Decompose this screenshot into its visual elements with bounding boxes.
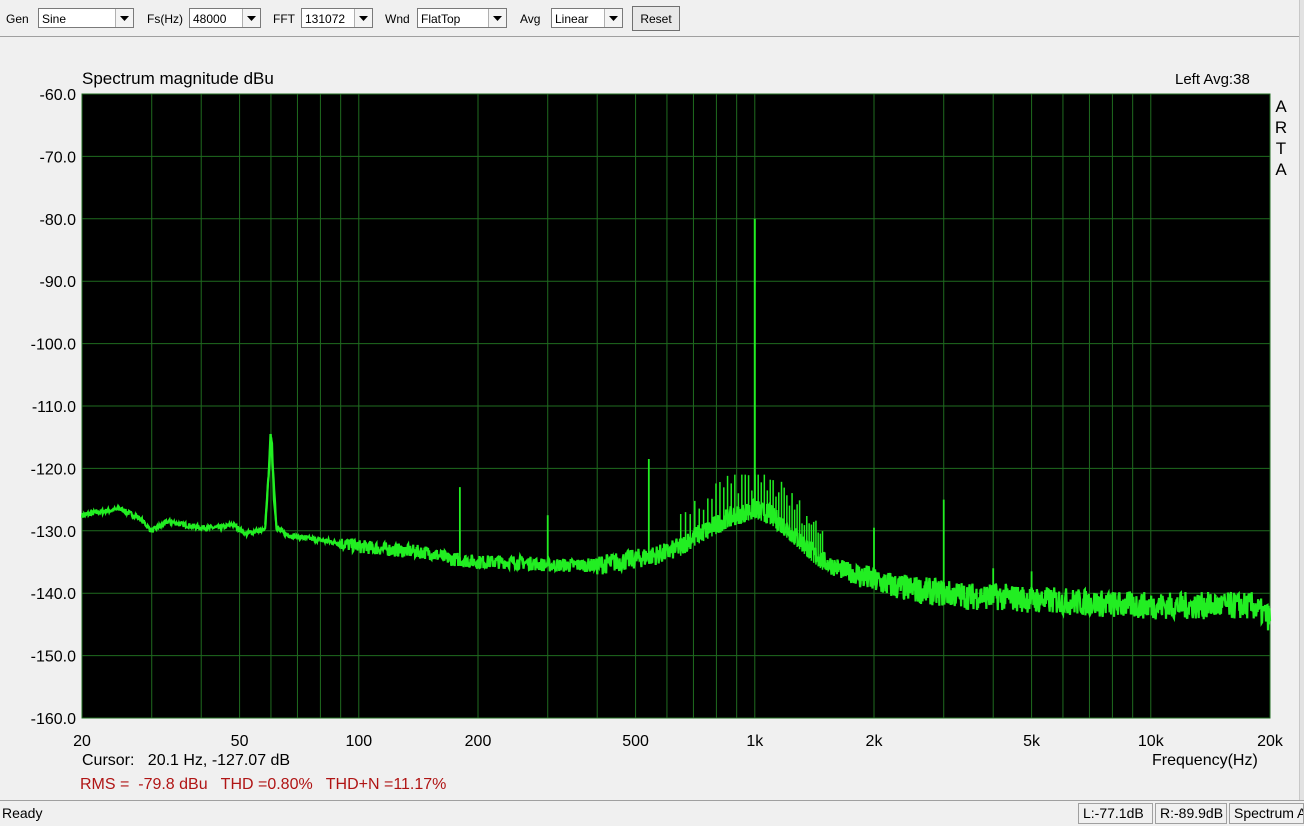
x-tick-label: 10k [1138, 733, 1165, 750]
y-tick-label: -70.0 [40, 149, 77, 166]
mode-cell: Spectrum A [1229, 803, 1304, 824]
x-tick-label: 2k [866, 733, 884, 750]
y-tick-label: -90.0 [40, 274, 77, 291]
x-tick-label: 200 [465, 733, 492, 750]
x-tick-label: 100 [345, 733, 372, 750]
y-tick-label: -100.0 [31, 337, 76, 354]
status-bar: Ready L:-77.1dB R:-89.9dB Spectrum A [0, 800, 1304, 826]
y-tick-label: -120.0 [31, 461, 76, 478]
measurement-stats: RMS = -79.8 dBu THD =0.80% THD+N =11.17% [80, 776, 447, 793]
y-tick-label: -110.0 [32, 399, 76, 416]
y-tick-label: -160.0 [31, 711, 76, 728]
x-tick-label: 20 [73, 733, 91, 750]
x-tick-label: 20k [1257, 733, 1284, 750]
cursor-readout: Cursor: 20.1 Hz, -127.07 dB [82, 752, 291, 769]
left-level-cell: L:-77.1dB [1078, 803, 1153, 824]
spectrum-chart[interactable]: -60.0 -70.0 -80.0 -90.0 -100.0 -110.0 -120.0 -1… [0, 0, 1304, 800]
status-text: Ready [2, 805, 43, 821]
x-tick-label: 500 [622, 733, 649, 750]
x-tick-label: 50 [231, 733, 249, 750]
y-tick-label: -140.0 [31, 586, 76, 603]
y-tick-label: -150.0 [31, 649, 76, 666]
x-tick-label: 5k [1023, 733, 1041, 750]
x-axis-label: Frequency(Hz) [1152, 752, 1258, 769]
y-tick-label: -130.0 [31, 524, 76, 541]
y-tick-label: -60.0 [40, 87, 77, 104]
right-level-cell: R:-89.9dB [1155, 803, 1227, 824]
y-tick-label: -80.0 [40, 212, 77, 229]
x-tick-label: 1k [746, 733, 764, 750]
